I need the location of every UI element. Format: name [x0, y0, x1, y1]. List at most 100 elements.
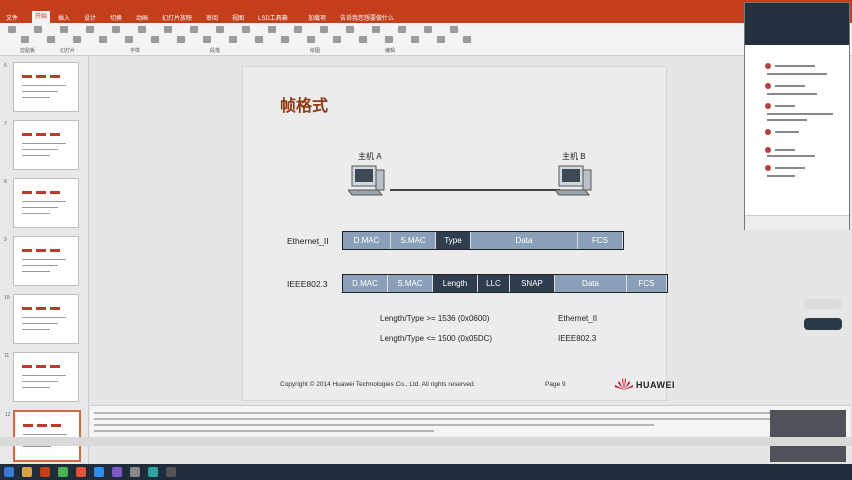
taskbar [0, 464, 852, 480]
webcam-overlay [770, 410, 846, 462]
ribbon-button[interactable] [164, 26, 172, 33]
app-icon[interactable] [130, 467, 140, 477]
menu-tab[interactable]: 视图 [232, 13, 244, 22]
menu-tab[interactable]: 告诉我您想要做什么 [340, 13, 394, 22]
slide-thumbnail[interactable]: 11 [4, 352, 79, 402]
ribbon-button[interactable] [294, 26, 302, 33]
app-icon[interactable] [76, 467, 86, 477]
ribbon-button[interactable] [177, 36, 185, 43]
ieee-802-3-frame: D.MAC S.MAC Length LLC SNAP Data FCS [342, 274, 668, 293]
menu-tab[interactable]: 开始 [32, 11, 51, 23]
menu-tab[interactable]: 插入 [58, 13, 70, 22]
slide-thumbnail[interactable]: 9 [4, 236, 79, 286]
frame-field-snap: SNAP [510, 275, 555, 292]
ribbon-button[interactable] [463, 36, 471, 43]
ribbon-button[interactable] [320, 26, 328, 33]
thumbnail-number: 11 [4, 353, 10, 359]
menu-bar: 文件 开始 插入 设计 切换 动画 幻灯片放映 审阅 视图 LSD工具箱 加载项 告诉我您想要做什么 [0, 11, 852, 23]
slide-thumbnail[interactable]: 8 [4, 178, 79, 228]
ribbon-button[interactable] [47, 36, 55, 43]
thumbnail-number: 9 [4, 237, 7, 243]
copyright-text: Copyright © 2014 Huawei Technologies Co.… [280, 381, 476, 388]
ribbon-button[interactable] [99, 36, 107, 43]
app-icon[interactable] [58, 467, 68, 477]
app-icon[interactable] [94, 467, 104, 477]
slide-thumbnail[interactable]: 6 [4, 62, 79, 112]
rule-1-result: Ethernet_II [558, 314, 598, 323]
ribbon-group-label: 编辑 [385, 48, 396, 54]
ribbon-group-label: 字体 [130, 48, 141, 54]
title-bar [0, 0, 852, 11]
network-cable [390, 189, 560, 191]
ribbon-button[interactable] [203, 36, 211, 43]
frame-field-s-mac: S.MAC [388, 275, 433, 292]
ribbon-button[interactable] [151, 36, 159, 43]
ribbon-button[interactable] [385, 36, 393, 43]
ribbon-group-label: 幻灯片 [60, 48, 76, 54]
ribbon-button[interactable] [112, 26, 120, 33]
ribbon-button[interactable] [255, 36, 263, 43]
rule-2-result: IEEE802.3 [558, 334, 597, 343]
powerpoint-icon[interactable] [40, 467, 50, 477]
slide-thumbnail[interactable]: 12 [5, 410, 81, 462]
app-icon[interactable] [166, 467, 176, 477]
explorer-icon[interactable] [22, 467, 32, 477]
menu-tab[interactable]: 切换 [110, 13, 122, 22]
page-number: Page 9 [545, 381, 566, 388]
status-bar [0, 437, 852, 446]
start-icon[interactable] [4, 467, 14, 477]
ribbon-button[interactable] [21, 36, 29, 43]
frame-field-llc: LLC [478, 275, 510, 292]
ribbon-button[interactable] [398, 26, 406, 33]
ribbon-button[interactable] [333, 36, 341, 43]
computer-b-icon [555, 165, 592, 196]
chat-panel[interactable] [744, 2, 850, 230]
ribbon-button[interactable] [450, 26, 458, 33]
ribbon-button[interactable] [229, 36, 237, 43]
app-icon[interactable] [112, 467, 122, 477]
ribbon-button[interactable] [8, 26, 16, 33]
ribbon-button[interactable] [411, 36, 419, 43]
ribbon-button[interactable] [307, 36, 315, 43]
ribbon-button[interactable] [73, 36, 81, 43]
ethernet-ii-frame: D.MAC S.MAC Type Data FCS [342, 231, 624, 250]
floating-controls[interactable] [804, 318, 842, 330]
app-icon[interactable] [148, 467, 158, 477]
ribbon-button[interactable] [125, 36, 133, 43]
thumbnail-number: 8 [4, 179, 7, 185]
ribbon: 剪贴板 幻灯片 字体 段落 绘图 编辑 [0, 23, 852, 56]
ribbon-button[interactable] [86, 26, 94, 33]
ribbon-button[interactable] [216, 26, 224, 33]
ribbon-button[interactable] [138, 26, 146, 33]
ribbon-button[interactable] [359, 36, 367, 43]
slide-thumbnail[interactable]: 7 [4, 120, 79, 170]
ribbon-button[interactable] [437, 36, 445, 43]
ieee-label: IEEE802.3 [287, 279, 328, 289]
notes-pane[interactable] [90, 405, 850, 438]
ribbon-button[interactable] [372, 26, 380, 33]
ribbon-button[interactable] [190, 26, 198, 33]
floating-toolbar[interactable] [804, 299, 842, 309]
chat-input[interactable] [745, 215, 849, 230]
ribbon-group-label: 绘图 [310, 48, 321, 54]
slide-title: 帧格式 [280, 96, 329, 115]
ribbon-button[interactable] [346, 26, 354, 33]
thumbnail-number: 6 [4, 63, 7, 69]
menu-tab[interactable]: LSD工具箱 [258, 13, 288, 22]
ribbon-button[interactable] [424, 26, 432, 33]
menu-tab[interactable]: 设计 [84, 13, 96, 22]
menu-tab[interactable]: 幻灯片放映 [162, 13, 192, 22]
frame-field-d-mac: D.MAC [343, 232, 391, 249]
ribbon-button[interactable] [242, 26, 250, 33]
ribbon-button[interactable] [60, 26, 68, 33]
slide-thumbnail[interactable]: 10 [4, 294, 79, 344]
menu-tab[interactable]: 审阅 [206, 13, 218, 22]
menu-tab[interactable]: 动画 [136, 13, 148, 22]
ribbon-button[interactable] [34, 26, 42, 33]
menu-tab[interactable]: 文件 [6, 13, 18, 22]
frame-field-type: Type [436, 232, 471, 249]
ribbon-button[interactable] [281, 36, 289, 43]
ribbon-button[interactable] [268, 26, 276, 33]
frame-field-data: Data [471, 232, 578, 249]
menu-tab[interactable]: 加载项 [308, 13, 326, 22]
